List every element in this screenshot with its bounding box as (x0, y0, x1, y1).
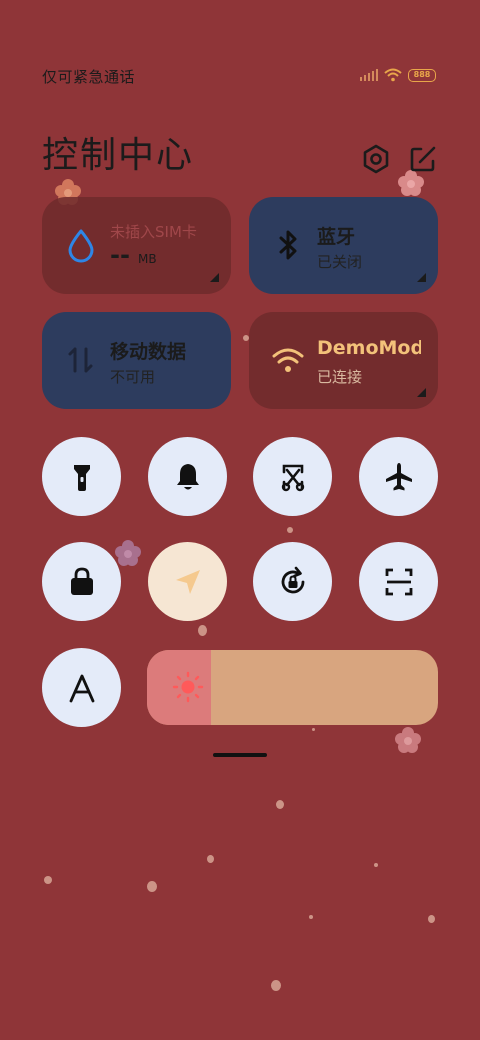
flashlight-button[interactable] (42, 437, 121, 516)
data-usage-value: -- (110, 241, 130, 269)
wifi-network-name: DemoMod (317, 337, 421, 359)
water-drop-icon (68, 229, 94, 263)
wifi-icon (272, 348, 304, 372)
rotation-lock-button[interactable] (253, 542, 332, 621)
sim-status-label: 未插入SIM卡 (110, 223, 197, 241)
signal-icon (360, 69, 378, 81)
bluetooth-title: 蓝牙 (317, 226, 356, 248)
expand-corner-icon (210, 273, 219, 282)
expand-corner-icon (417, 388, 426, 397)
carrier-label: 仅可紧急通话 (42, 68, 136, 86)
data-arrows-icon (68, 347, 93, 373)
sim-data-tile[interactable]: 未插入SIM卡 -- MB (42, 197, 231, 294)
flashlight-icon (73, 464, 90, 491)
mobile-data-title: 移动数据 (110, 341, 187, 363)
settings-icon[interactable] (360, 143, 392, 175)
status-icons: 888 (360, 68, 436, 82)
mobile-data-tile[interactable]: 移动数据 不可用 (42, 312, 231, 409)
scan-icon (385, 568, 412, 595)
rotation-lock-icon (281, 566, 304, 593)
airplane-button[interactable] (359, 437, 438, 516)
wifi-status-icon (384, 68, 402, 82)
font-a-icon (69, 674, 94, 702)
data-usage-unit: MB (138, 252, 157, 266)
status-bar: 仅可紧急通话 888 (0, 60, 480, 92)
airplane-icon (385, 462, 412, 490)
screenshot-button[interactable] (253, 437, 332, 516)
location-arrow-icon (175, 569, 200, 594)
lock-screen-button[interactable] (42, 542, 121, 621)
wifi-tile[interactable]: DemoMod 已连接 (249, 312, 438, 409)
flower-decoration (115, 540, 141, 566)
location-button[interactable] (148, 542, 227, 621)
bluetooth-tile[interactable]: 蓝牙 已关闭 (249, 197, 438, 294)
wifi-status: 已连接 (317, 368, 363, 386)
flower-decoration (395, 727, 421, 753)
battery-icon: 888 (408, 68, 436, 82)
sun-icon (172, 671, 204, 703)
expand-corner-icon (417, 273, 426, 282)
edit-icon[interactable] (407, 143, 439, 175)
scanner-button[interactable] (359, 542, 438, 621)
mobile-data-status: 不可用 (110, 368, 156, 386)
bluetooth-status: 已关闭 (317, 253, 363, 271)
page-title: 控制中心 (42, 135, 195, 176)
font-button[interactable] (42, 648, 121, 727)
lock-icon (70, 567, 93, 595)
bell-icon (176, 463, 199, 489)
scissors-screenshot-icon (281, 464, 304, 491)
ringer-button[interactable] (148, 437, 227, 516)
bluetooth-icon (279, 230, 297, 260)
home-indicator[interactable] (213, 753, 267, 757)
brightness-slider[interactable] (147, 650, 438, 725)
